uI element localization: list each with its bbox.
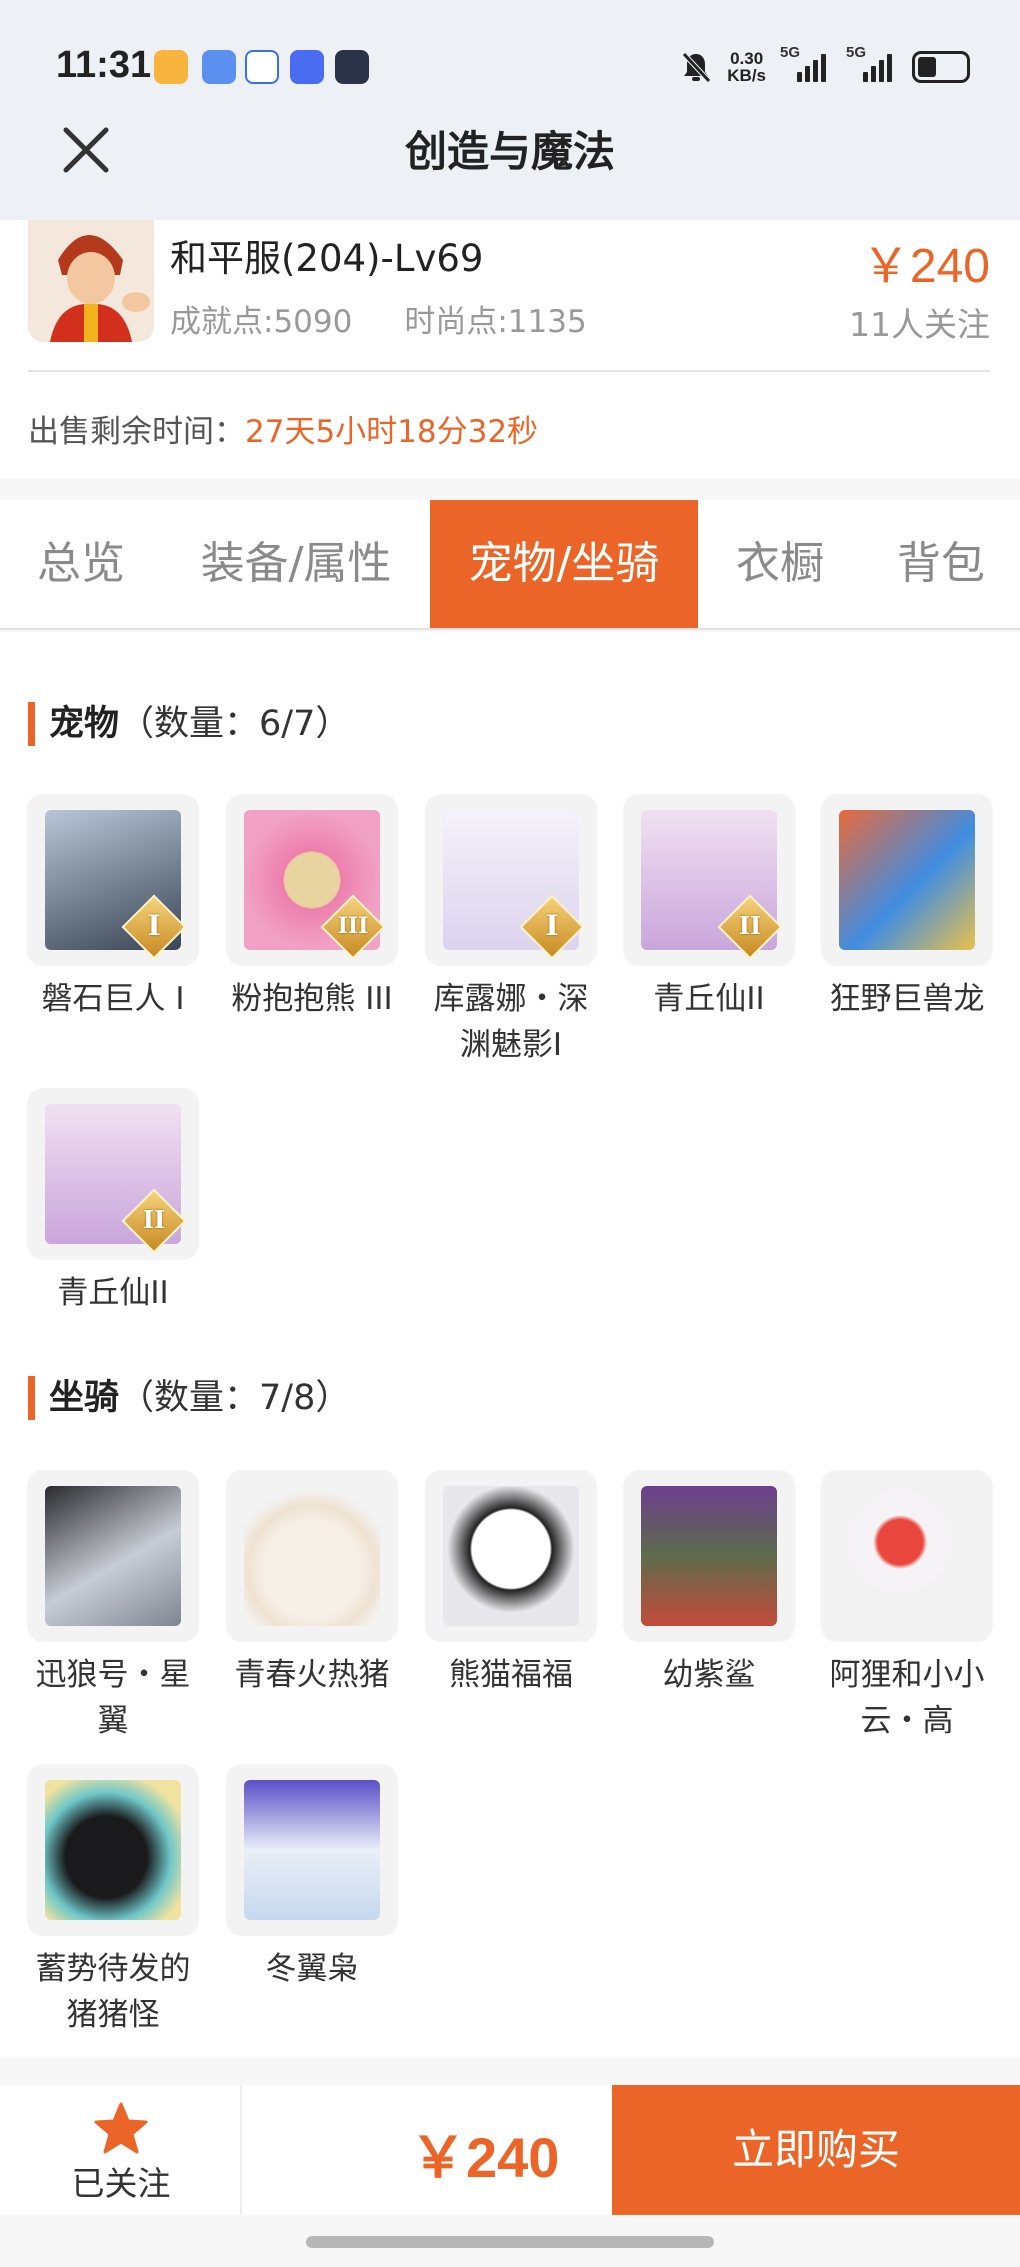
mounts-count: （数量：7/8）: [119, 1378, 351, 1418]
net-speed: 0.30 KB/s: [727, 50, 766, 84]
sale-time-value: 27天5小时18分32秒: [245, 414, 539, 450]
mount-name: 阿狸和小小云・高: [829, 1657, 985, 1739]
mount-name: 青春火热猪: [234, 1657, 390, 1693]
mount-name: 熊猫福福: [449, 1657, 573, 1693]
top-bar: 11:31 0.30 KB/s 5G 5G 创造与魔法: [0, 0, 1020, 220]
pet-item[interactable]: I 库露娜・深渊魅影I: [424, 794, 598, 1068]
fashion-points: 时尚点:1135: [404, 304, 587, 340]
grade-badge: I: [545, 909, 559, 942]
pets-section-title: 宠物（数量：6/7）: [28, 702, 350, 746]
mute-bell-icon: [682, 52, 712, 83]
net-speed-unit: KB/s: [727, 66, 766, 85]
character-info-card: 和平服(204)-Lv69 成就点:5090 时尚点:1135 ￥240 11人关…: [0, 220, 1020, 478]
follow-label: 已关注: [71, 2164, 171, 2203]
app-notification-icon: [290, 50, 324, 84]
mount-thumbnail: [821, 1470, 993, 1642]
net-speed-value: 0.30: [730, 49, 764, 68]
mount-name: 蓄势待发的猪猪怪: [35, 1951, 191, 2033]
pet-item[interactable]: 狂野巨兽龙: [820, 794, 994, 1022]
mount-name: 冬翼枭: [265, 1951, 359, 1987]
pet-thumbnail: [821, 794, 993, 966]
mounts-section-title: 坐骑（数量：7/8）: [28, 1376, 350, 1420]
status-bar: 11:31 0.30 KB/s 5G 5G: [0, 0, 1020, 130]
bottom-action-bar: 已关注 ￥240 立即购买: [0, 2085, 1020, 2215]
mount-thumbnail: [27, 1764, 199, 1936]
page-title: 创造与魔法: [404, 127, 615, 176]
signal-icon: 5G: [780, 44, 832, 82]
pet-name: 库露娜・深渊魅影I: [433, 981, 589, 1063]
pet-item[interactable]: III 粉抱抱熊 III: [225, 794, 399, 1022]
mount-thumbnail: [425, 1470, 597, 1642]
app-notification-icon: [245, 50, 279, 84]
mount-item[interactable]: 蓄势待发的猪猪怪: [26, 1764, 200, 2038]
app-notification-icon: [154, 50, 188, 84]
grade-badge: III: [337, 913, 369, 939]
app-notification-icon: [335, 50, 369, 84]
mount-name: 迅狼号・星翼: [35, 1657, 191, 1739]
mount-item[interactable]: 阿狸和小小云・高: [820, 1470, 994, 1744]
status-right: 0.30 KB/s 5G 5G: [679, 44, 970, 90]
mount-thumbnail: [27, 1470, 199, 1642]
signal-icon: 5G: [846, 44, 898, 82]
mount-item[interactable]: 迅狼号・星翼: [26, 1470, 200, 1744]
grade-badge: II: [142, 1205, 166, 1234]
tab-wardrobe[interactable]: 衣橱: [698, 500, 862, 628]
followers-count: 11人关注: [849, 305, 990, 344]
app-notification-icon: [202, 50, 236, 84]
sale-remaining-time: 出售剩余时间：27天5小时18分32秒: [28, 406, 538, 451]
pet-thumbnail: II: [27, 1088, 199, 1260]
pet-thumbnail: I: [425, 794, 597, 966]
sale-time-label: 出售剩余时间：: [28, 414, 245, 450]
grade-badge: I: [147, 909, 161, 942]
tab-equipment[interactable]: 装备/属性: [162, 500, 430, 628]
follow-button[interactable]: 已关注: [0, 2085, 242, 2215]
mount-thumbnail: [226, 1470, 398, 1642]
achievement-points: 成就点:5090: [170, 304, 353, 340]
character-name: 和平服(204)-Lv69: [170, 237, 484, 280]
mount-thumbnail: [623, 1470, 795, 1642]
mount-thumbnail: [226, 1764, 398, 1936]
pet-name: 狂野巨兽龙: [829, 981, 985, 1017]
tab-pets-mounts[interactable]: 宠物/坐骑: [430, 500, 698, 628]
pet-thumbnail: II: [623, 794, 795, 966]
pet-item[interactable]: I 磐石巨人 I: [26, 794, 200, 1022]
pet-name: 青丘仙II: [57, 1275, 169, 1311]
pet-thumbnail: III: [226, 794, 398, 966]
grade-badge: II: [738, 911, 762, 940]
pet-name: 青丘仙II: [653, 981, 765, 1017]
sim2-label: 5G: [846, 44, 867, 61]
pet-name: 磐石巨人 I: [41, 981, 185, 1017]
mount-item[interactable]: 青春火热猪: [225, 1470, 399, 1698]
tab-bar: 总览 装备/属性 宠物/坐骑 衣橱 背包: [0, 500, 1020, 630]
character-avatar: [28, 220, 154, 342]
price-label: ￥240: [861, 240, 990, 293]
pets-title: 宠物: [49, 704, 120, 744]
buy-now-button[interactable]: 立即购买: [612, 2085, 1020, 2215]
divider: [28, 370, 990, 372]
pet-item[interactable]: II 青丘仙II: [26, 1088, 200, 1316]
star-icon: [94, 2102, 148, 2154]
mount-item[interactable]: 幼紫鲨: [622, 1470, 796, 1698]
status-time: 11:31: [56, 44, 152, 86]
sim1-label: 5G: [780, 44, 801, 61]
pet-thumbnail: I: [27, 794, 199, 966]
pets-count: （数量：6/7）: [119, 704, 351, 744]
pet-item[interactable]: II 青丘仙II: [622, 794, 796, 1022]
mount-item[interactable]: 冬翼枭: [225, 1764, 399, 1992]
character-stats: 成就点:5090 时尚点:1135: [170, 296, 587, 341]
mount-name: 幼紫鲨: [662, 1657, 756, 1693]
mounts-title: 坐骑: [49, 1378, 120, 1418]
battery-icon: [912, 51, 970, 83]
tab-overview[interactable]: 总览: [0, 500, 162, 628]
tab-backpack[interactable]: 背包: [862, 500, 1020, 628]
home-indicator[interactable]: [306, 2236, 714, 2248]
total-price: ￥240: [410, 2126, 560, 2189]
pets-mounts-panel: 宠物（数量：6/7） I 磐石巨人 I III 粉抱抱熊 III I 库露娜・深…: [0, 632, 1020, 2057]
pet-name: 粉抱抱熊 III: [231, 981, 393, 1017]
mount-item[interactable]: 熊猫福福: [424, 1470, 598, 1698]
